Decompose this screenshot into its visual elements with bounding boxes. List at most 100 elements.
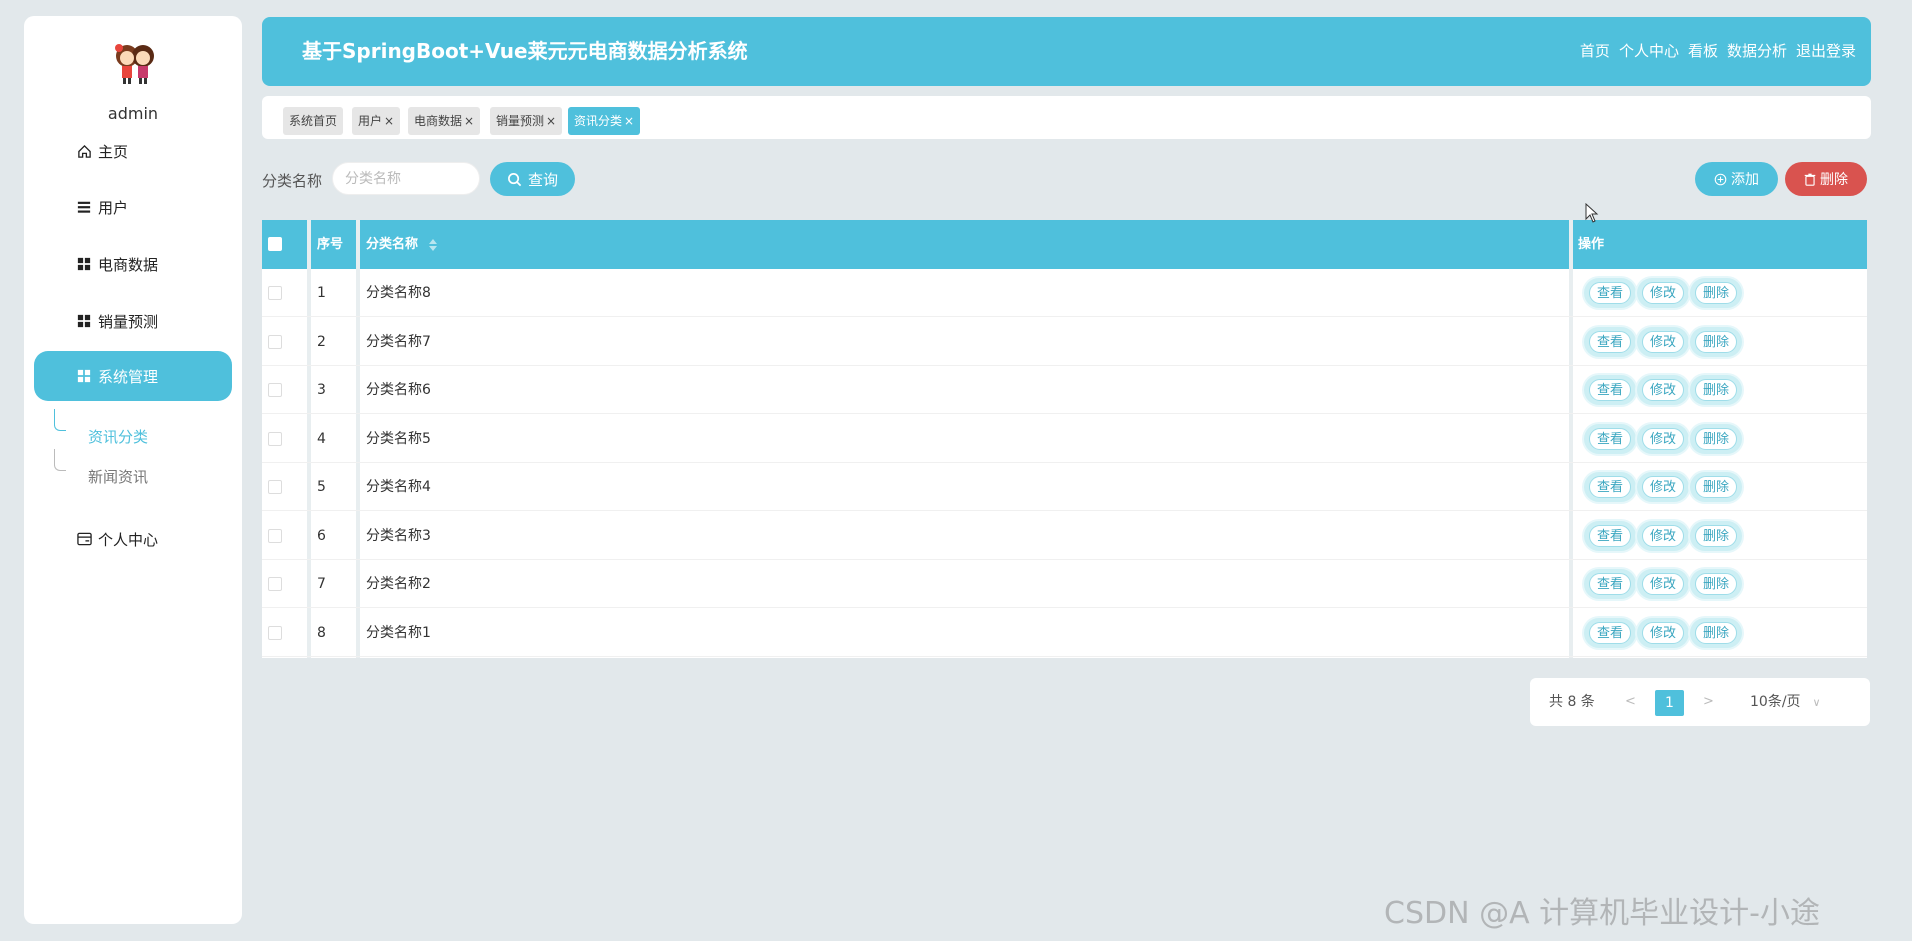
delete-row-button[interactable]: 删除 [1690, 472, 1742, 502]
delete-row-button-label: 删除 [1695, 282, 1737, 304]
row-checkbox[interactable] [268, 625, 282, 640]
row-checkbox[interactable] [268, 334, 282, 349]
tab-ecommerce-data[interactable]: 电商数据 × [408, 107, 481, 135]
edit-button[interactable]: 修改 [1637, 472, 1689, 502]
edit-button[interactable]: 修改 [1637, 617, 1689, 648]
table-row: 2 分类名称7 查看 修改 删除 [262, 318, 1867, 366]
add-button[interactable]: 添加 [1695, 162, 1778, 196]
edit-button[interactable]: 修改 [1637, 520, 1689, 551]
add-button-label: 添加 [1731, 172, 1759, 188]
table-header: 序号 分类名称 操作 [262, 220, 1867, 269]
row-checkbox[interactable] [268, 431, 282, 446]
view-button[interactable]: 查看 [1584, 423, 1636, 454]
edit-button-label: 修改 [1642, 330, 1684, 353]
sidebar-item-system-management[interactable]: 系统管理 [34, 351, 232, 401]
page-size-select[interactable]: 10条/页 ∨ [1750, 678, 1821, 727]
batch-delete-button[interactable]: 删除 [1785, 162, 1867, 196]
top-header: 基于SpringBoot+Vue莱元元电商数据分析系统 首页 个人中心 看板 数… [262, 17, 1871, 86]
grid-icon [76, 313, 92, 329]
cell-category-name: 分类名称1 [366, 624, 431, 641]
tab-info-category[interactable]: 资讯分类 × [568, 107, 641, 135]
view-button-label: 查看 [1589, 573, 1631, 595]
sort-icon[interactable] [428, 238, 437, 251]
cell-category-name: 分类名称6 [366, 382, 431, 398]
app-title: 基于SpringBoot+Vue莱元元电商数据分析系统 [302, 39, 748, 63]
edit-button[interactable]: 修改 [1637, 375, 1689, 405]
nav-logout[interactable]: 退出登录 [1796, 17, 1856, 86]
cell-index: 7 [317, 576, 326, 592]
tab-label: 系统首页 [289, 114, 338, 128]
delete-row-button[interactable]: 删除 [1690, 520, 1742, 551]
delete-row-button-label: 删除 [1695, 524, 1737, 547]
cell-index: 8 [317, 624, 326, 641]
row-checkbox[interactable] [268, 528, 282, 543]
header-nav: 首页 个人中心 看板 数据分析 退出登录 [1580, 17, 1856, 86]
view-button[interactable]: 查看 [1584, 569, 1636, 599]
sidebar-item-ecommerce-data[interactable]: 电商数据 [34, 239, 232, 289]
table-row: 7 分类名称2 查看 修改 删除 [262, 560, 1867, 608]
sidebar-item-users[interactable]: 用户 [34, 182, 232, 232]
edit-button[interactable]: 修改 [1637, 278, 1689, 308]
prev-page-button[interactable]: < [1625, 678, 1636, 726]
edit-button[interactable]: 修改 [1637, 569, 1689, 599]
sidebar-item-personal-center[interactable]: 个人中心 [34, 514, 232, 564]
delete-row-button-label: 删除 [1695, 379, 1737, 401]
sidebar-item-home[interactable]: 主页 [34, 126, 232, 176]
delete-row-button[interactable]: 删除 [1690, 617, 1742, 648]
delete-row-button[interactable]: 删除 [1690, 569, 1742, 599]
delete-row-button[interactable]: 删除 [1690, 278, 1742, 308]
view-button[interactable]: 查看 [1584, 278, 1636, 308]
column-header-name[interactable]: 分类名称 [366, 220, 437, 269]
tab-users[interactable]: 用户 × [352, 107, 401, 135]
view-button[interactable]: 查看 [1584, 375, 1636, 405]
row-checkbox[interactable] [268, 577, 282, 591]
user-name: admin [107, 104, 159, 123]
view-button[interactable]: 查看 [1584, 520, 1636, 551]
row-checkbox[interactable] [268, 480, 282, 494]
select-all-checkbox[interactable] [268, 237, 282, 251]
delete-row-button[interactable]: 删除 [1690, 326, 1742, 357]
close-icon[interactable]: × [464, 114, 474, 128]
next-page-button[interactable]: > [1703, 678, 1714, 726]
edit-button-label: 修改 [1642, 427, 1684, 450]
row-checkbox[interactable] [268, 383, 282, 397]
tab-system-home[interactable]: 系统首页 [283, 107, 344, 135]
sidebar: admin 主页 用户 电商数据 销量预测 系统管理 资讯分类 新闻资讯 个人中… [24, 16, 242, 924]
view-button[interactable]: 查看 [1584, 326, 1636, 357]
close-icon[interactable]: × [384, 114, 394, 128]
sidebar-item-label: 系统管理 [98, 367, 159, 386]
table-row: 8 分类名称1 查看 修改 删除 [262, 609, 1867, 657]
delete-row-button[interactable]: 删除 [1690, 375, 1742, 405]
avatar[interactable] [110, 36, 160, 86]
view-button[interactable]: 查看 [1584, 617, 1636, 648]
search-button[interactable]: 查询 [490, 162, 575, 196]
close-icon[interactable]: × [624, 114, 634, 128]
nav-dashboard[interactable]: 看板 [1688, 17, 1718, 86]
search-icon [508, 172, 522, 186]
sidebar-subitem-info-category[interactable]: 资讯分类 [88, 426, 148, 447]
row-checkbox[interactable] [268, 286, 282, 300]
nav-home[interactable]: 首页 [1580, 17, 1610, 86]
sidebar-subitem-news[interactable]: 新闻资讯 [88, 466, 148, 487]
tags-bar: 系统首页 用户 × 电商数据 × 销量预测 × 资讯分类 × [262, 96, 1871, 139]
category-name-input[interactable] [332, 162, 480, 195]
submenu-connector [54, 409, 66, 431]
edit-button[interactable]: 修改 [1637, 326, 1689, 357]
close-icon[interactable]: × [546, 114, 556, 128]
view-button[interactable]: 查看 [1584, 472, 1636, 502]
sidebar-item-sales-forecast[interactable]: 销量预测 [34, 296, 232, 346]
trash-icon [1804, 173, 1816, 186]
nav-data-analysis[interactable]: 数据分析 [1727, 17, 1787, 86]
cell-index: 3 [317, 382, 326, 398]
edit-button-label: 修改 [1642, 524, 1684, 547]
delete-row-button-label: 删除 [1695, 621, 1737, 644]
delete-row-button[interactable]: 删除 [1690, 423, 1742, 454]
watermark: CSDN @A 计算机毕业设计-小途 [1384, 896, 1820, 931]
cell-category-name: 分类名称4 [366, 479, 431, 495]
nav-personal-center[interactable]: 个人中心 [1619, 17, 1679, 86]
search-button-label: 查询 [527, 171, 558, 189]
table-row: 6 分类名称3 查看 修改 删除 [262, 512, 1867, 560]
page-number-1[interactable]: 1 [1655, 690, 1684, 716]
edit-button[interactable]: 修改 [1637, 423, 1689, 454]
tab-sales-forecast[interactable]: 销量预测 × [490, 107, 563, 135]
